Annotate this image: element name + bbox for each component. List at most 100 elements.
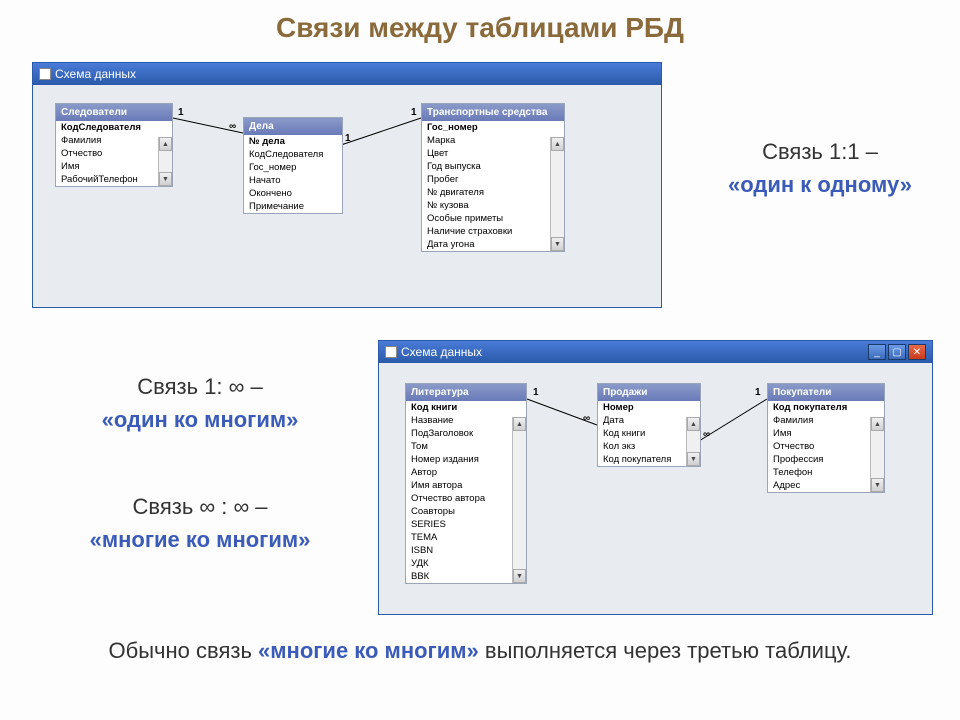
- scroll-track[interactable]: [687, 431, 700, 452]
- text-many-to-many: Связь ∞ : ∞ – «многие ко многим»: [40, 490, 360, 556]
- field[interactable]: КодСледователя: [244, 148, 342, 161]
- field[interactable]: Фамилия: [56, 134, 158, 147]
- scrollbar[interactable]: ▲ ▼: [550, 137, 564, 251]
- scroll-down-icon[interactable]: ▼: [551, 237, 564, 251]
- scrollbar[interactable]: ▲ ▼: [512, 417, 526, 583]
- field[interactable]: Год выпуска: [422, 160, 550, 173]
- field[interactable]: Дата: [598, 414, 686, 427]
- close-button[interactable]: ✕: [908, 344, 926, 360]
- field[interactable]: Отчество: [56, 147, 158, 160]
- entity-header[interactable]: Покупатели: [768, 384, 884, 401]
- field[interactable]: Соавторы: [406, 505, 512, 518]
- field[interactable]: Отчество: [768, 440, 870, 453]
- entity-literature[interactable]: Литература Код книги Название ПодЗаголов…: [405, 383, 527, 584]
- minimize-button[interactable]: _: [868, 344, 886, 360]
- rel-label-1-c: 1: [411, 107, 417, 118]
- field[interactable]: SERIES: [406, 518, 512, 531]
- field[interactable]: Название: [406, 414, 512, 427]
- maximize-button[interactable]: ▢: [888, 344, 906, 360]
- rel-label-1-b: 1: [345, 133, 351, 144]
- field[interactable]: УДК: [406, 557, 512, 570]
- field[interactable]: Код покупателя: [768, 401, 870, 414]
- field[interactable]: Имя: [56, 160, 158, 173]
- field[interactable]: № двигателя: [422, 186, 550, 199]
- field[interactable]: Марка: [422, 134, 550, 147]
- field[interactable]: Кол экз: [598, 440, 686, 453]
- field[interactable]: Автор: [406, 466, 512, 479]
- entity-cases[interactable]: Дела № дела КодСледователя Гос_номер Нач…: [243, 117, 343, 214]
- rel-label-inf: ∞: [583, 413, 590, 424]
- titlebar-2: Схема данных _ ▢ ✕: [379, 341, 932, 363]
- schema-window-1: Схема данных 1 ∞ 1 1 Следователи КодСлед…: [32, 62, 662, 308]
- field[interactable]: Том: [406, 440, 512, 453]
- field[interactable]: Наличие страховки: [422, 225, 550, 238]
- scroll-down-icon[interactable]: ▼: [159, 172, 172, 186]
- footer-part: «многие ко многим»: [258, 638, 479, 663]
- entity-header[interactable]: Продажи: [598, 384, 700, 401]
- field[interactable]: Гос_номер: [422, 121, 550, 134]
- label-line: Связь ∞ : ∞ –: [40, 490, 360, 523]
- scroll-track[interactable]: [513, 431, 526, 569]
- rel-label-inf-b: ∞: [703, 429, 710, 440]
- field[interactable]: ПодЗаголовок: [406, 427, 512, 440]
- field[interactable]: РабочийТелефон: [56, 173, 158, 186]
- entity-investigators[interactable]: Следователи КодСледователя Фамилия Отчес…: [55, 103, 173, 187]
- field[interactable]: КодСледователя: [56, 121, 158, 134]
- scrollbar[interactable]: ▲ ▼: [686, 417, 700, 466]
- label-line: «один к одному»: [700, 168, 940, 201]
- scroll-track[interactable]: [871, 431, 884, 478]
- field[interactable]: Код книги: [598, 427, 686, 440]
- field[interactable]: Имя: [768, 427, 870, 440]
- scroll-up-icon[interactable]: ▲: [159, 137, 172, 151]
- field[interactable]: № кузова: [422, 199, 550, 212]
- field[interactable]: Примечание: [244, 200, 342, 213]
- schema-canvas-2[interactable]: 1 ∞ ∞ 1 Литература Код книги Название По…: [379, 363, 932, 614]
- schema-canvas-1[interactable]: 1 ∞ 1 1 Следователи КодСледователя Фамил…: [33, 85, 661, 307]
- rel-label-1: 1: [178, 107, 184, 118]
- field[interactable]: Окончено: [244, 187, 342, 200]
- scroll-down-icon[interactable]: ▼: [871, 478, 884, 492]
- field[interactable]: Адрес: [768, 479, 870, 492]
- scroll-down-icon[interactable]: ▼: [687, 452, 700, 466]
- field[interactable]: Имя автора: [406, 479, 512, 492]
- field[interactable]: Номер издания: [406, 453, 512, 466]
- field[interactable]: Код покупателя: [598, 453, 686, 466]
- field[interactable]: Начато: [244, 174, 342, 187]
- scroll-track[interactable]: [159, 151, 172, 172]
- text-one-to-one: Связь 1:1 – «один к одному»: [700, 135, 940, 201]
- label-line: Связь 1:1 –: [700, 135, 940, 168]
- scroll-up-icon[interactable]: ▲: [551, 137, 564, 151]
- field[interactable]: Код книги: [406, 401, 512, 414]
- entity-vehicles[interactable]: Транспортные средства Гос_номер Марка Цв…: [421, 103, 565, 252]
- field[interactable]: № дела: [244, 135, 342, 148]
- field[interactable]: Фамилия: [768, 414, 870, 427]
- label-line: «многие ко многим»: [40, 523, 360, 556]
- field[interactable]: Особые приметы: [422, 212, 550, 225]
- scroll-up-icon[interactable]: ▲: [513, 417, 526, 431]
- scrollbar[interactable]: ▲ ▼: [870, 417, 884, 492]
- field[interactable]: Гос_номер: [244, 161, 342, 174]
- field[interactable]: Профессия: [768, 453, 870, 466]
- field[interactable]: Цвет: [422, 147, 550, 160]
- field[interactable]: ISBN: [406, 544, 512, 557]
- entity-buyers[interactable]: Покупатели Код покупателя Фамилия Имя От…: [767, 383, 885, 493]
- field[interactable]: Пробег: [422, 173, 550, 186]
- field[interactable]: Дата угона: [422, 238, 550, 251]
- field[interactable]: Номер: [598, 401, 686, 414]
- field[interactable]: Телефон: [768, 466, 870, 479]
- entity-sales[interactable]: Продажи Номер Дата Код книги Кол экз Код…: [597, 383, 701, 467]
- entity-header[interactable]: Транспортные средства: [422, 104, 564, 121]
- field[interactable]: Отчество автора: [406, 492, 512, 505]
- entity-header[interactable]: Следователи: [56, 104, 172, 121]
- scrollbar[interactable]: ▲ ▼: [158, 137, 172, 186]
- text-one-to-many: Связь 1: ∞ – «один ко многим»: [40, 370, 360, 436]
- entity-header[interactable]: Дела: [244, 118, 342, 135]
- slide-title: Связи между таблицами РБД: [0, 0, 960, 54]
- scroll-up-icon[interactable]: ▲: [687, 417, 700, 431]
- entity-header[interactable]: Литература: [406, 384, 526, 401]
- scroll-track[interactable]: [551, 151, 564, 237]
- field[interactable]: ТЕМА: [406, 531, 512, 544]
- scroll-down-icon[interactable]: ▼: [513, 569, 526, 583]
- field[interactable]: ВВК: [406, 570, 512, 583]
- scroll-up-icon[interactable]: ▲: [871, 417, 884, 431]
